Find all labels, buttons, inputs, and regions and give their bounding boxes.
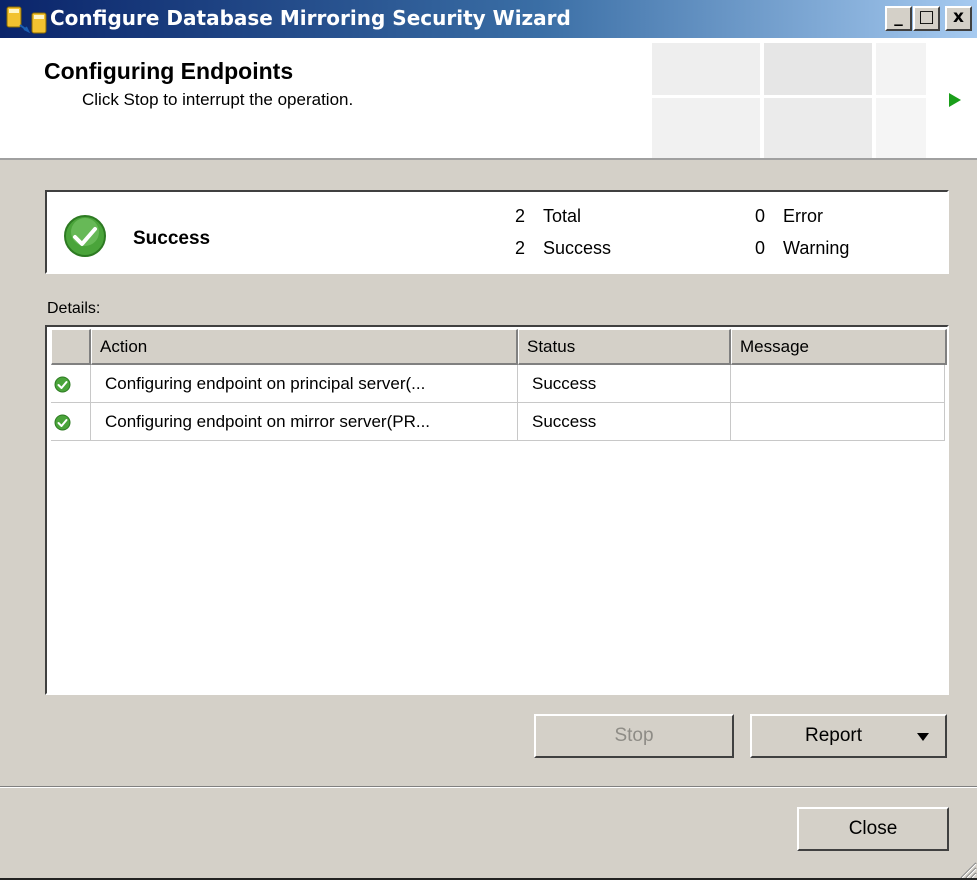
- message-cell: [731, 403, 945, 441]
- success-check-icon: [54, 414, 71, 431]
- details-grid[interactable]: Action Status Message Configuring endpoi…: [45, 325, 949, 695]
- table-row[interactable]: Configuring endpoint on principal server…: [51, 365, 945, 403]
- page-title: Configuring Endpoints: [44, 58, 294, 84]
- minimize-button[interactable]: _: [885, 6, 912, 31]
- message-cell: [731, 365, 945, 403]
- total-label: Total: [543, 206, 582, 226]
- success-check-icon: [54, 376, 71, 393]
- status-cell: Success: [518, 403, 731, 441]
- warning-count: 0: [755, 238, 766, 258]
- row-icon-cell: [51, 403, 91, 441]
- row-icon-cell: [51, 365, 91, 403]
- warning-label: Warning: [783, 238, 850, 258]
- chevron-down-icon: [917, 733, 929, 741]
- header-decoration: [764, 43, 872, 95]
- column-header-status[interactable]: Status: [518, 329, 731, 365]
- summary-panel: Success 2 Total 2 Success 0 Error 0 Warn…: [45, 190, 949, 274]
- stop-button[interactable]: Stop: [534, 714, 734, 758]
- report-button[interactable]: Report: [750, 714, 947, 758]
- page-subtitle: Click Stop to interrupt the operation.: [82, 90, 354, 109]
- close-window-button[interactable]: x: [945, 6, 972, 31]
- header-decoration: [652, 98, 760, 158]
- column-header-message[interactable]: Message: [731, 329, 947, 365]
- grid-header: Action Status Message: [51, 329, 947, 365]
- action-cell: Configuring endpoint on principal server…: [91, 365, 518, 403]
- success-check-icon: [64, 215, 106, 257]
- action-cell: Configuring endpoint on mirror server(PR…: [91, 403, 518, 441]
- window-title: Configure Database Mirroring Security Wi…: [50, 6, 571, 30]
- footer-separator: [0, 786, 977, 788]
- report-button-label: Report: [804, 725, 863, 746]
- title-bar[interactable]: Configure Database Mirroring Security Wi…: [0, 0, 977, 38]
- error-count: 0: [755, 206, 766, 226]
- header-decoration: [652, 43, 760, 95]
- header-decoration: [876, 98, 926, 158]
- resize-grip-icon[interactable]: [955, 855, 977, 879]
- maximize-button[interactable]: □: [913, 6, 940, 31]
- success-label: Success: [543, 238, 612, 258]
- wizard-window: Configure Database Mirroring Security Wi…: [0, 0, 977, 880]
- column-header-action[interactable]: Action: [91, 329, 518, 365]
- row-icon-column-header[interactable]: [51, 329, 91, 365]
- success-count: 2: [515, 238, 526, 258]
- close-button[interactable]: Close: [797, 807, 949, 851]
- summary-status: Success: [133, 228, 211, 249]
- details-label: Details:: [47, 300, 101, 317]
- status-cell: Success: [518, 365, 731, 403]
- header-decoration: [764, 98, 872, 158]
- wizard-header: Configuring Endpoints Click Stop to inte…: [0, 38, 977, 160]
- error-label: Error: [783, 206, 823, 226]
- header-decoration: [876, 43, 926, 95]
- play-arrow-icon: [949, 93, 961, 107]
- database-mirroring-icon: [6, 6, 47, 34]
- table-row[interactable]: Configuring endpoint on mirror server(PR…: [51, 403, 945, 441]
- total-count: 2: [515, 206, 526, 226]
